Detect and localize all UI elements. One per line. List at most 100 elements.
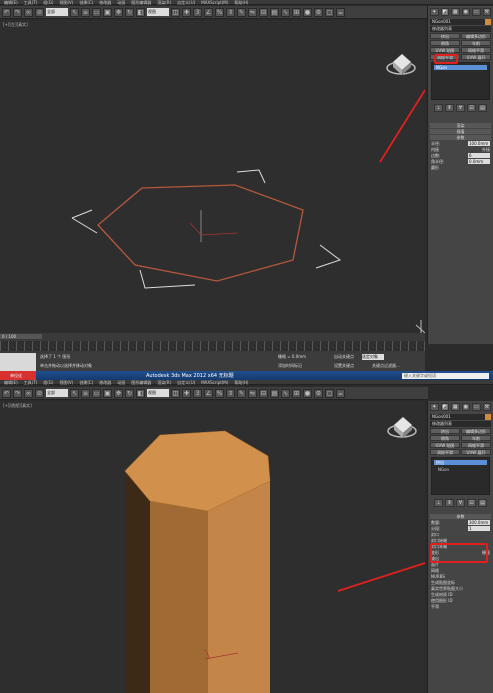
menu-item[interactable]: 帮助(H) (234, 380, 248, 385)
utilities-tab-icon[interactable]: ⚒ (482, 8, 491, 16)
uvw-map-button[interactable]: UVW 贴图 (430, 47, 460, 53)
maxscript-listener[interactable] (0, 353, 36, 371)
corner-spinner[interactable]: 0.0mm (468, 159, 490, 164)
menu-item[interactable]: 编辑(E) (4, 380, 18, 385)
schematic-icon[interactable]: ⊞ (292, 7, 301, 17)
modifier-stack[interactable]: NGon (431, 62, 490, 100)
named-selection-icon[interactable]: ✎ (237, 388, 246, 398)
rotate-icon[interactable]: ↻ (125, 7, 134, 17)
align-icon[interactable]: ⊟ (259, 388, 268, 398)
amount-spinner[interactable]: 300.0mm (468, 520, 490, 525)
auto-key-button[interactable]: 自动关键点 (334, 354, 354, 360)
motion-tab-icon[interactable]: ◉ (461, 403, 470, 411)
remove-modifier-icon[interactable]: ⊡ (467, 104, 476, 112)
menu-item[interactable]: 工具(T) (24, 0, 38, 5)
menu-item[interactable]: 修改器 (99, 0, 111, 5)
configure-sets-icon[interactable]: ▤ (478, 499, 487, 507)
circular-checkbox[interactable]: 圆形 (431, 165, 439, 171)
select-by-name-icon[interactable]: ≡ (81, 388, 90, 398)
select-by-name-icon[interactable]: ≡ (81, 7, 90, 17)
schematic-icon[interactable]: ⊞ (292, 388, 301, 398)
window-crossing-icon[interactable]: ▣ (103, 7, 112, 17)
menu-item[interactable]: 创建(C) (79, 380, 93, 385)
manipulate-icon[interactable]: ✚ (182, 7, 191, 17)
selection-filter-dropdown[interactable]: 全部 (46, 8, 68, 16)
rotate-icon[interactable]: ↻ (125, 388, 134, 398)
named-selection-icon[interactable]: ✎ (237, 7, 246, 17)
mesh-radio[interactable]: 网格 (431, 568, 439, 574)
menu-item[interactable]: 修改器 (99, 380, 111, 385)
render-frame-icon[interactable]: ▢ (325, 388, 334, 398)
menu-item[interactable]: 组(G) (43, 0, 53, 5)
rect-select-icon[interactable]: ▭ (92, 7, 101, 17)
object-name-field[interactable]: NGon001 (430, 414, 491, 420)
extrude-button[interactable]: 挤出 (430, 428, 460, 434)
rollout-parameters[interactable]: 参数 (430, 514, 491, 519)
manipulate-icon[interactable]: ✚ (182, 388, 191, 398)
display-tab-icon[interactable]: ▭ (472, 403, 481, 411)
select-icon[interactable]: ↖ (70, 388, 79, 398)
rollout-parameters[interactable]: 参数 (430, 135, 491, 140)
hierarchy-tab-icon[interactable]: ▦ (451, 403, 460, 411)
angle-snap-icon[interactable]: ∠ (204, 7, 213, 17)
motion-tab-icon[interactable]: ◉ (461, 8, 470, 16)
menu-item[interactable]: 视图(V) (59, 380, 73, 385)
render-setup-icon[interactable]: ⚙ (314, 7, 323, 17)
modify-tab-icon[interactable]: ◩ (440, 8, 449, 16)
show-end-result-icon[interactable]: Ⅱ (445, 104, 454, 112)
rollout-interpolation[interactable]: 插值 (430, 129, 491, 134)
window-crossing-icon[interactable]: ▣ (103, 388, 112, 398)
stack-item[interactable]: NGon (434, 467, 487, 472)
menu-item[interactable]: MAXScript(M) (201, 0, 228, 5)
configure-sets-icon[interactable]: ▤ (478, 104, 487, 112)
lathe-button[interactable]: 车削 (461, 435, 491, 441)
unwrap-uvw-button[interactable]: UVW 展开 (461, 449, 491, 455)
layer-icon[interactable]: ▤ (270, 388, 279, 398)
menu-item[interactable]: 组(G) (43, 380, 53, 385)
render-icon[interactable]: ☕ (336, 7, 345, 17)
show-end-result-icon[interactable]: Ⅱ (445, 499, 454, 507)
time-slider[interactable]: 0 / 100 (0, 334, 42, 339)
make-unique-icon[interactable]: ∀ (456, 104, 465, 112)
bevel-button[interactable]: 倒角 (430, 40, 460, 46)
move-icon[interactable]: ✥ (114, 7, 123, 17)
bottom-viewport[interactable]: [+][透视][真实] (0, 401, 425, 693)
render-frame-icon[interactable]: ▢ (325, 7, 334, 17)
menu-item[interactable]: 帮助(H) (234, 0, 248, 5)
key-filters-button[interactable]: 关键点过滤器... (372, 363, 400, 369)
circumscribed-radio[interactable]: 外接 (482, 147, 490, 153)
layer-icon[interactable]: ▤ (270, 7, 279, 17)
mirror-icon[interactable]: ⇋ (248, 7, 257, 17)
mirror-icon[interactable]: ⇋ (248, 388, 257, 398)
menu-item[interactable]: 图形编辑器 (131, 0, 151, 5)
curve-editor-icon[interactable]: ∿ (281, 388, 290, 398)
angle-snap-icon[interactable]: ∠ (204, 388, 213, 398)
make-unique-icon[interactable]: ∀ (456, 499, 465, 507)
stack-item[interactable]: NGon (434, 65, 487, 70)
reference-coord-dropdown[interactable]: 视图 (147, 8, 169, 16)
scale-icon[interactable]: ◧ (136, 388, 145, 398)
reference-coord-dropdown[interactable]: 视图 (147, 389, 169, 397)
menu-item[interactable]: 图形编辑器 (131, 380, 151, 385)
undo-icon[interactable]: ↶ (2, 7, 11, 17)
percent-snap-icon[interactable]: % (215, 7, 224, 17)
pivot-icon[interactable]: ◫ (171, 7, 180, 17)
menu-item[interactable]: MAXScript(M) (201, 380, 228, 385)
modifier-list-dropdown[interactable]: 修改器列表 (430, 26, 491, 32)
turbosmooth-button[interactable]: 涡轮平滑 (430, 449, 460, 455)
object-color-swatch[interactable] (485, 414, 491, 420)
menu-item[interactable]: 自定义(U) (177, 380, 195, 385)
unlink-icon[interactable]: ⊘ (35, 7, 44, 17)
add-time-tag[interactable]: 添加时间标记 (278, 363, 302, 369)
rollout-rendering[interactable]: 渲染 (430, 123, 491, 128)
undo-icon[interactable]: ↶ (2, 388, 11, 398)
hierarchy-tab-icon[interactable]: ▦ (451, 8, 460, 16)
object-color-swatch[interactable] (485, 19, 491, 25)
start-tab[interactable]: 单位化 (0, 371, 36, 380)
select-icon[interactable]: ↖ (70, 7, 79, 17)
redo-icon[interactable]: ↷ (13, 388, 22, 398)
nurbs-radio[interactable]: NURBS (431, 574, 445, 579)
extrude-button[interactable]: 挤出 (430, 33, 460, 39)
menu-item[interactable]: 视图(V) (59, 0, 73, 5)
scale-icon[interactable]: ◧ (136, 7, 145, 17)
